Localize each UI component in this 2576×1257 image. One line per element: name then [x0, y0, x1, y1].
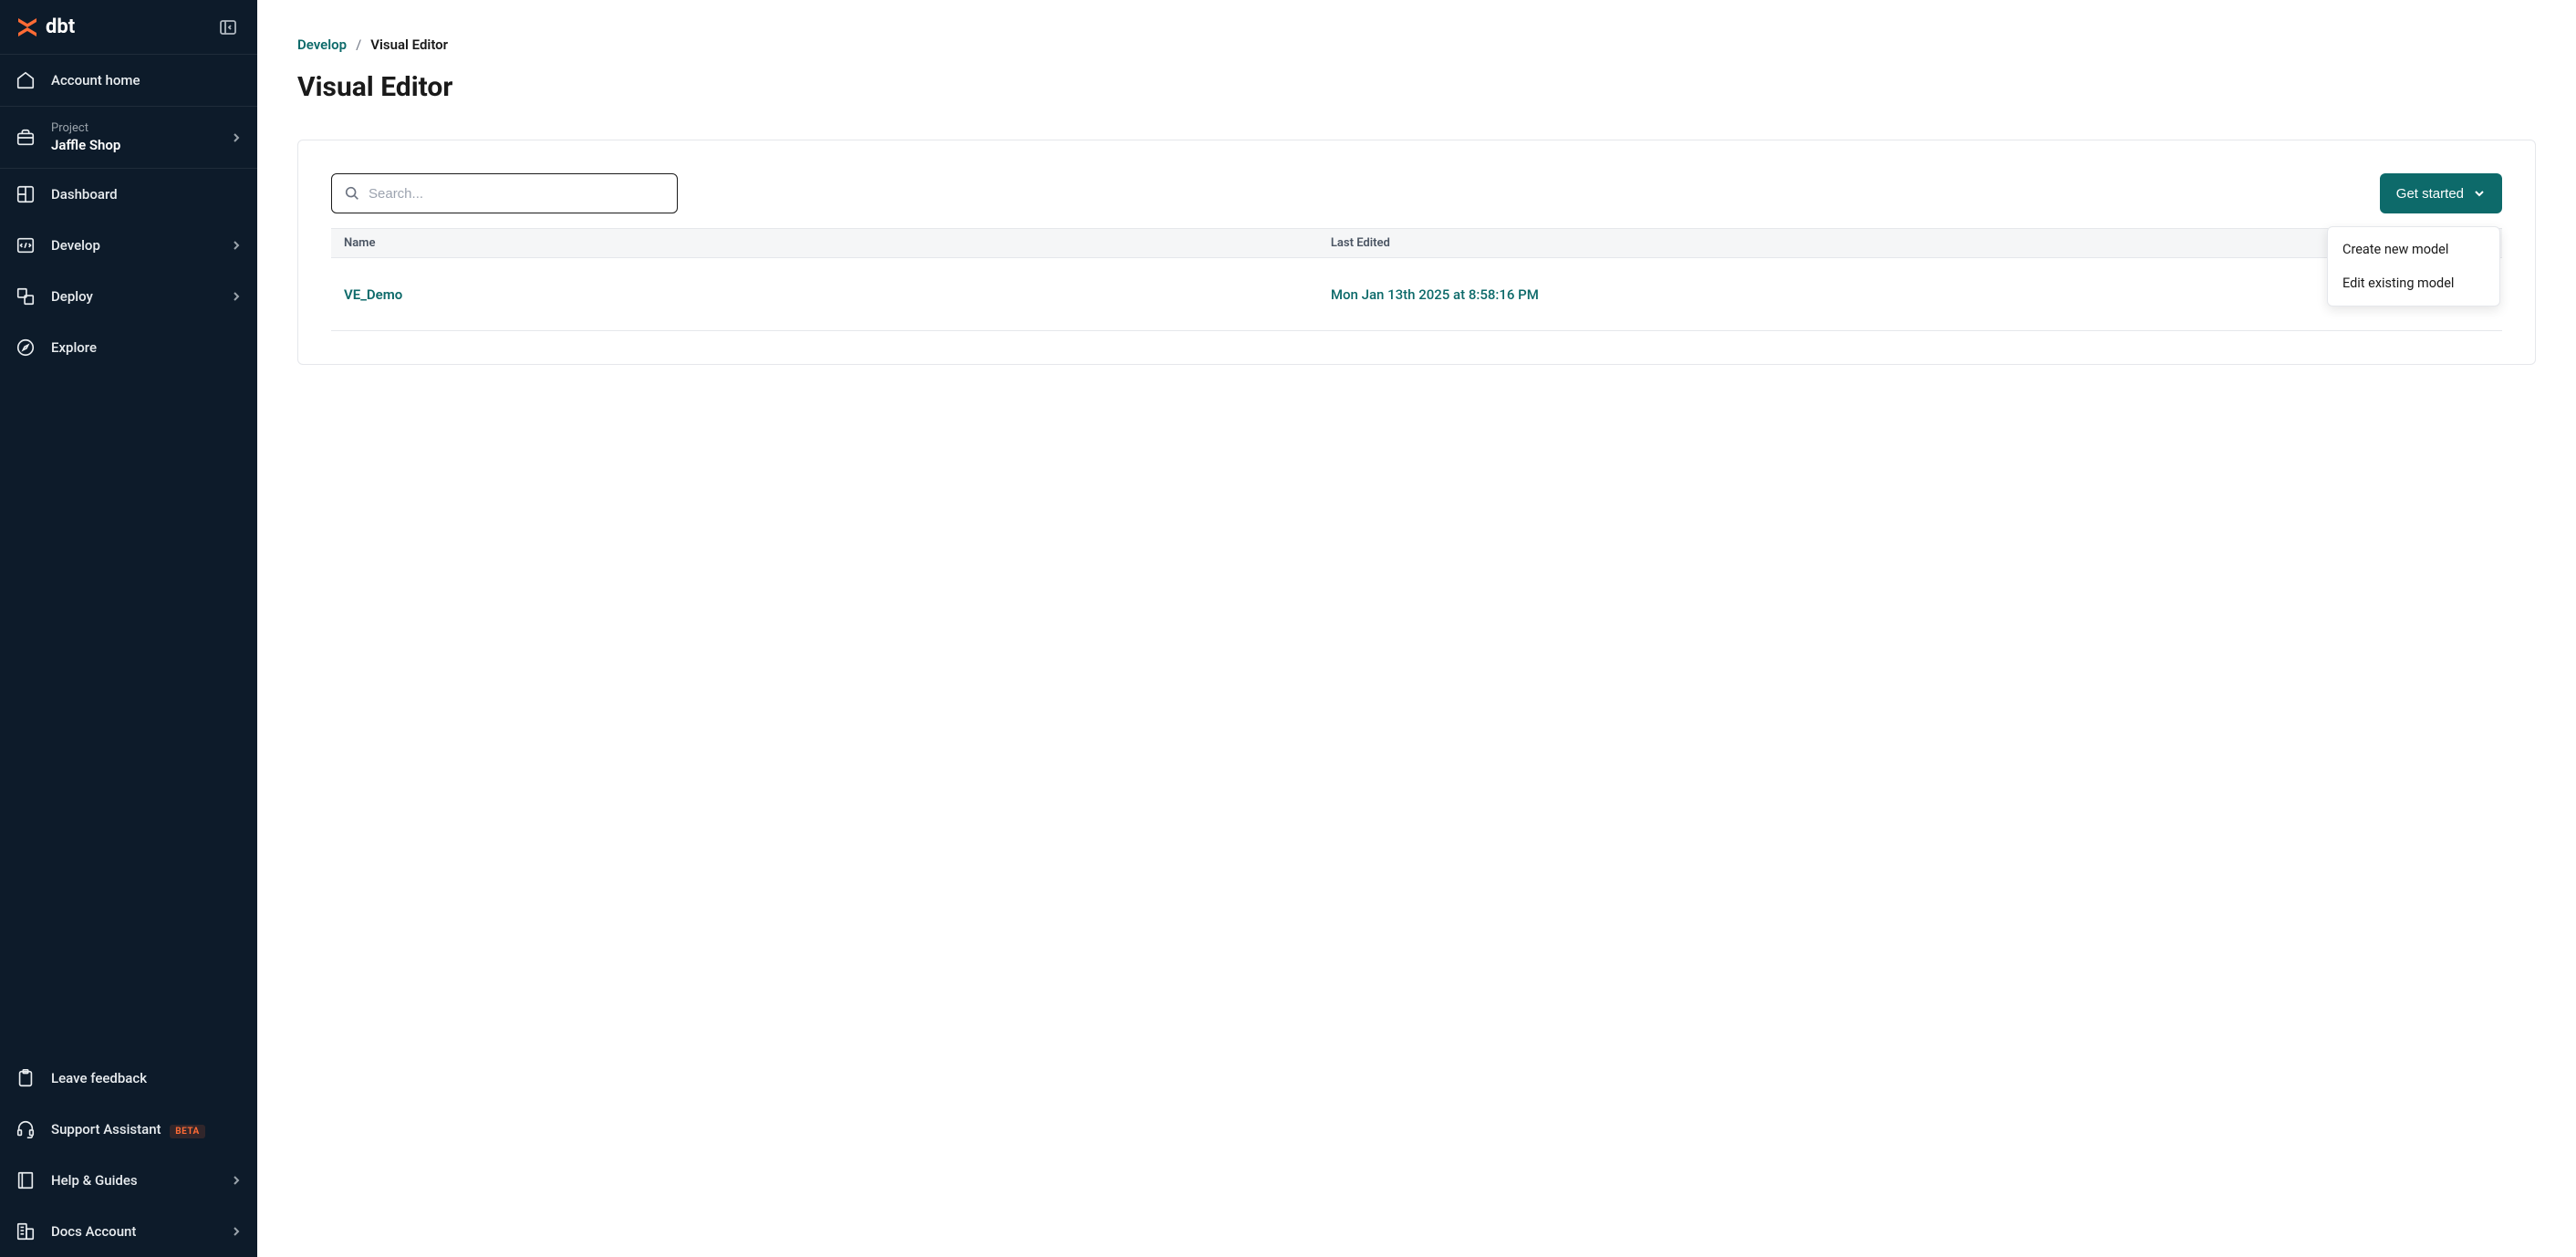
models-table: Name Last Edited VE_Demo Mon Jan 13th 20…	[331, 228, 2502, 331]
breadcrumb-separator: /	[356, 36, 361, 53]
sidebar-item-account-home[interactable]: Account home	[0, 55, 257, 106]
dropdown-edit-model[interactable]: Edit existing model	[2328, 266, 2499, 300]
chevron-down-icon	[2473, 187, 2486, 200]
breadcrumb: Develop / Visual Editor	[297, 36, 2536, 53]
sidebar-item-help[interactable]: Help & Guides	[0, 1155, 257, 1206]
table-header: Name Last Edited	[331, 228, 2502, 258]
sidebar-footer: Leave feedback Support Assistant BETA	[0, 1053, 257, 1257]
compass-icon	[15, 337, 36, 358]
chevron-right-icon	[230, 131, 243, 144]
breadcrumb-develop-link[interactable]: Develop	[297, 36, 347, 53]
sidebar-item-label: Support Assistant BETA	[51, 1121, 243, 1138]
chevron-right-icon	[230, 1174, 243, 1187]
collapse-sidebar-button[interactable]	[213, 13, 243, 42]
logo[interactable]: dbt	[15, 15, 75, 40]
sidebar-account-section: Account home	[0, 55, 257, 107]
sidebar-item-label: Account home	[51, 72, 243, 88]
sidebar-item-explore[interactable]: Explore	[0, 322, 257, 373]
clipboard-icon	[15, 1067, 36, 1089]
search-wrap	[331, 173, 678, 213]
sidebar-header: dbt	[0, 0, 257, 55]
chevron-right-icon	[230, 1225, 243, 1238]
sidebar-item-label: Leave feedback	[51, 1070, 243, 1086]
sidebar-item-develop[interactable]: Develop	[0, 220, 257, 271]
get-started-dropdown: Create new model Edit existing model	[2327, 226, 2500, 306]
search-input[interactable]	[331, 173, 678, 213]
sidebar-item-label: Docs Account	[51, 1223, 215, 1240]
headset-icon	[15, 1118, 36, 1140]
page-title: Visual Editor	[297, 71, 2536, 103]
briefcase-icon	[15, 127, 36, 149]
dbt-logo-icon	[15, 15, 40, 40]
logo-text: dbt	[46, 16, 75, 38]
search-icon	[344, 185, 360, 202]
column-header-name: Name	[344, 236, 1331, 250]
breadcrumb-current: Visual Editor	[370, 36, 448, 53]
get-started-label: Get started	[2396, 186, 2464, 202]
sidebar-nav: Dashboard Develop	[0, 169, 257, 1053]
chevron-right-icon	[230, 239, 243, 252]
model-last-edited: Mon Jan 13th 2025 at 8:58:16 PM	[1331, 286, 1539, 303]
deploy-icon	[15, 286, 36, 307]
sidebar-project-section: Project Jaffle Shop	[0, 107, 257, 169]
code-icon	[15, 234, 36, 256]
sidebar-item-label: Develop	[51, 237, 215, 254]
get-started-button[interactable]: Get started	[2380, 173, 2502, 213]
chevron-right-icon	[230, 290, 243, 303]
sidebar-item-support[interactable]: Support Assistant BETA	[0, 1104, 257, 1155]
content-card: Get started Create new model Edit existi…	[297, 140, 2536, 365]
home-icon	[15, 69, 36, 91]
book-icon	[15, 1169, 36, 1191]
table-row: VE_Demo Mon Jan 13th 2025 at 8:58:16 PM	[331, 258, 2502, 331]
card-header: Get started	[331, 173, 2502, 213]
model-name-link[interactable]: VE_Demo	[344, 286, 402, 303]
sidebar-item-label: Explore	[51, 339, 243, 356]
sidebar-item-label: Deploy	[51, 288, 215, 305]
dashboard-icon	[15, 183, 36, 205]
sidebar-item-dashboard[interactable]: Dashboard	[0, 169, 257, 220]
project-name: Jaffle Shop	[51, 137, 215, 153]
project-label: Project	[51, 121, 215, 135]
sidebar-item-label: Help & Guides	[51, 1172, 215, 1189]
dropdown-create-model[interactable]: Create new model	[2328, 233, 2499, 266]
sidebar-item-deploy[interactable]: Deploy	[0, 271, 257, 322]
main-content: Develop / Visual Editor Visual Editor Ge…	[257, 0, 2576, 1257]
sidebar-item-docs-account[interactable]: Docs Account	[0, 1206, 257, 1257]
column-header-last-edited: Last Edited	[1331, 236, 2435, 250]
sidebar-item-project[interactable]: Project Jaffle Shop	[0, 107, 257, 168]
beta-badge: BETA	[170, 1125, 205, 1138]
building-icon	[15, 1221, 36, 1242]
sidebar-item-label: Dashboard	[51, 186, 243, 203]
sidebar-item-feedback[interactable]: Leave feedback	[0, 1053, 257, 1104]
sidebar: dbt Account home	[0, 0, 257, 1257]
collapse-icon	[219, 18, 237, 36]
